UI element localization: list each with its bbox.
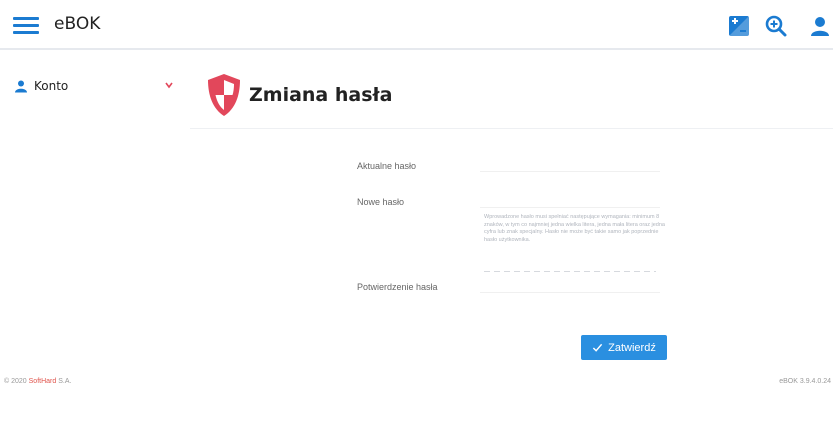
user-icon[interactable] — [808, 14, 832, 38]
new-password-label: Nowe hasło — [357, 197, 405, 207]
shield-icon — [208, 74, 240, 116]
top-bar: eBOK — [0, 0, 833, 50]
submit-button-label: Zatwierdź — [608, 341, 656, 354]
confirm-password-input[interactable] — [480, 279, 660, 293]
chevron-down-icon[interactable] — [164, 80, 174, 90]
sidebar-item-konto[interactable]: Konto — [14, 76, 179, 96]
page-header: Zmiana hasła — [205, 70, 392, 120]
zoom-in-icon[interactable] — [764, 14, 788, 38]
current-password-input[interactable] — [480, 158, 660, 172]
submit-button[interactable]: Zatwierdź — [581, 335, 667, 360]
contrast-icon[interactable] — [727, 14, 751, 38]
header-divider — [190, 128, 833, 129]
password-strength-line — [484, 271, 656, 272]
new-password-input[interactable] — [480, 194, 660, 208]
brand-suffix: S.A. — [58, 378, 72, 385]
page-title: Zmiana hasła — [249, 84, 393, 106]
app-version: eBOK 3.9.4.0.24 — [779, 378, 831, 385]
footer-copyright: © 2020 SoftHard S.A. — [4, 378, 71, 385]
user-icon — [15, 80, 27, 93]
hamburger-menu-icon[interactable] — [13, 17, 39, 35]
password-requirements-hint: Wprowadzone hasło musi spełniać następuj… — [484, 214, 665, 243]
current-password-label: Aktualne hasło — [357, 161, 417, 171]
confirm-password-label: Potwierdzenie hasła — [357, 282, 438, 292]
copyright-text: © 2020 — [4, 378, 27, 385]
app-title: eBOK — [54, 14, 101, 34]
sidebar-item-label: Konto — [34, 79, 69, 93]
brand-link[interactable]: SoftHard — [29, 378, 57, 385]
check-icon — [593, 343, 603, 352]
